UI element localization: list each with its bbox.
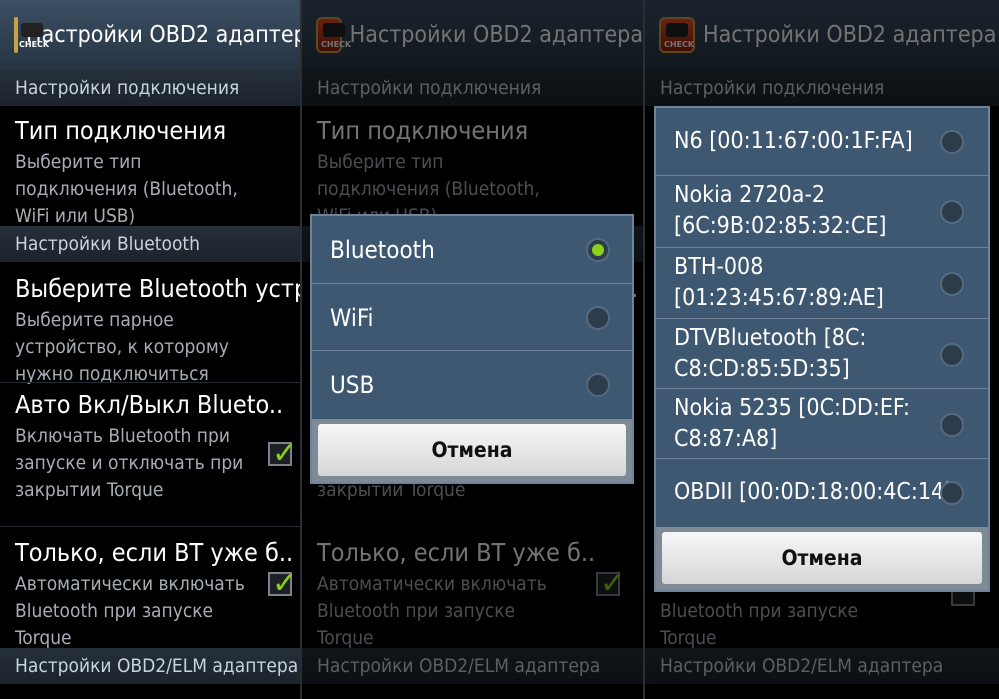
setting-summary: Включать Bluetooth при запуске и отключа… bbox=[15, 425, 244, 501]
setting-title: Тип подключения bbox=[15, 116, 227, 145]
radio-unselected-icon[interactable] bbox=[586, 373, 610, 397]
device-label: BTH-008 bbox=[674, 254, 764, 280]
device-item[interactable]: Nokia 5235 [0C:DD:EF: C8:87:A8] bbox=[656, 389, 988, 459]
divider bbox=[0, 526, 301, 527]
bt-device-dialog: N6 [00:11:67:00:1F:FA] Nokia 2720a-2 [6C:… bbox=[654, 106, 990, 592]
settings-screen-3: CHECK Настройки OBD2 адаптера Настройки … bbox=[645, 0, 999, 699]
device-item[interactable]: DTVBluetooth [8C: C8:CD:85:5D:35] bbox=[656, 319, 988, 389]
dialog-button-bar: Отмена bbox=[656, 527, 988, 590]
device-address: [01:23:45:67:89:AE] bbox=[674, 285, 884, 311]
checkmark-icon: ✓ bbox=[272, 566, 298, 601]
radio-unselected-icon[interactable] bbox=[940, 130, 964, 154]
option-usb[interactable]: USB bbox=[312, 351, 632, 419]
option-label: USB bbox=[330, 371, 375, 399]
setting-title: Авто Вкл/Выкл Blueto.. bbox=[15, 390, 284, 419]
device-item[interactable]: OBDII [00:0D:18:00:4C:14] bbox=[656, 459, 988, 527]
device-item[interactable]: BTH-008 [01:23:45:67:89:AE] bbox=[656, 248, 988, 319]
checkmark-icon: ✓ bbox=[272, 436, 298, 471]
torque-app-icon: CHECK bbox=[14, 17, 49, 53]
device-label: DTVBluetooth [8C: bbox=[674, 325, 867, 351]
auto-bt-checkbox[interactable]: ✓ bbox=[268, 436, 297, 471]
setting-summary: Выберите тип подключения (Bluetooth, WiF… bbox=[15, 151, 238, 227]
choose-bt-device-setting[interactable]: Выберите Bluetooth устро.. Выберите парн… bbox=[0, 274, 301, 388]
option-label: WiFi bbox=[330, 304, 374, 332]
setting-summary: Автоматически включать Bluetooth при зап… bbox=[15, 573, 245, 649]
auto-bt-setting[interactable]: Авто Вкл/Выкл Blueto.. Включать Bluetoot… bbox=[0, 390, 301, 504]
connection-type-dialog: Bluetooth WiFi USB Отмена bbox=[310, 214, 634, 484]
cancel-button[interactable]: Отмена bbox=[662, 532, 982, 584]
setting-title: Выберите Bluetooth устро.. bbox=[15, 274, 301, 303]
section-header-connection: Настройки подключения bbox=[0, 70, 301, 106]
setting-summary: Выберите парное устройство, к которому н… bbox=[15, 309, 229, 385]
setting-title: Только, если BT уже б.. bbox=[15, 538, 294, 567]
radio-unselected-icon[interactable] bbox=[940, 481, 964, 505]
settings-screen-1: CHECK Настройки OBD2 адаптера Настройки … bbox=[0, 0, 301, 699]
title-bar: CHECK Настройки OBD2 адаптера bbox=[0, 0, 301, 70]
section-header-obd: Настройки OBD2/ELM адаптера bbox=[0, 648, 301, 684]
connection-type-setting[interactable]: Тип подключения Выберите тип подключения… bbox=[0, 116, 301, 230]
radio-unselected-icon[interactable] bbox=[940, 413, 964, 437]
device-label: N6 [00:11:67:00:1F:FA] bbox=[674, 128, 913, 154]
option-bluetooth[interactable]: Bluetooth bbox=[312, 216, 632, 284]
radio-selected-icon[interactable] bbox=[586, 238, 610, 262]
device-label: Nokia 2720a-2 bbox=[674, 182, 826, 208]
device-address: C8:CD:85:5D:35] bbox=[674, 356, 850, 382]
radio-unselected-icon[interactable] bbox=[940, 200, 964, 224]
page-title: Настройки OBD2 адаптера bbox=[26, 22, 301, 48]
only-if-bt-checkbox[interactable]: ✓ bbox=[268, 566, 297, 601]
device-item[interactable]: N6 [00:11:67:00:1F:FA] bbox=[656, 108, 988, 176]
device-item[interactable]: Nokia 2720a-2 [6C:9B:02:85:32:CE] bbox=[656, 176, 988, 248]
dialog-button-bar: Отмена bbox=[312, 419, 632, 482]
device-address: [6C:9B:02:85:32:CE] bbox=[674, 213, 887, 239]
section-header-bluetooth: Настройки Bluetooth bbox=[0, 226, 301, 262]
device-address: C8:87:A8] bbox=[674, 426, 778, 452]
device-label: OBDII [00:0D:18:00:4C:14] bbox=[674, 479, 953, 505]
option-label: Bluetooth bbox=[330, 236, 435, 264]
device-label: Nokia 5235 [0C:DD:EF: bbox=[674, 395, 911, 421]
radio-unselected-icon[interactable] bbox=[940, 343, 964, 367]
cancel-button[interactable]: Отмена bbox=[318, 424, 626, 476]
settings-screen-2: CHECK Настройки OBD2 адаптера Настройки … bbox=[302, 0, 643, 699]
radio-unselected-icon[interactable] bbox=[586, 306, 610, 330]
divider bbox=[0, 382, 301, 383]
only-if-bt-setting[interactable]: Только, если BT уже б.. Автоматически вк… bbox=[0, 538, 301, 652]
option-wifi[interactable]: WiFi bbox=[312, 284, 632, 351]
radio-unselected-icon[interactable] bbox=[940, 272, 964, 296]
